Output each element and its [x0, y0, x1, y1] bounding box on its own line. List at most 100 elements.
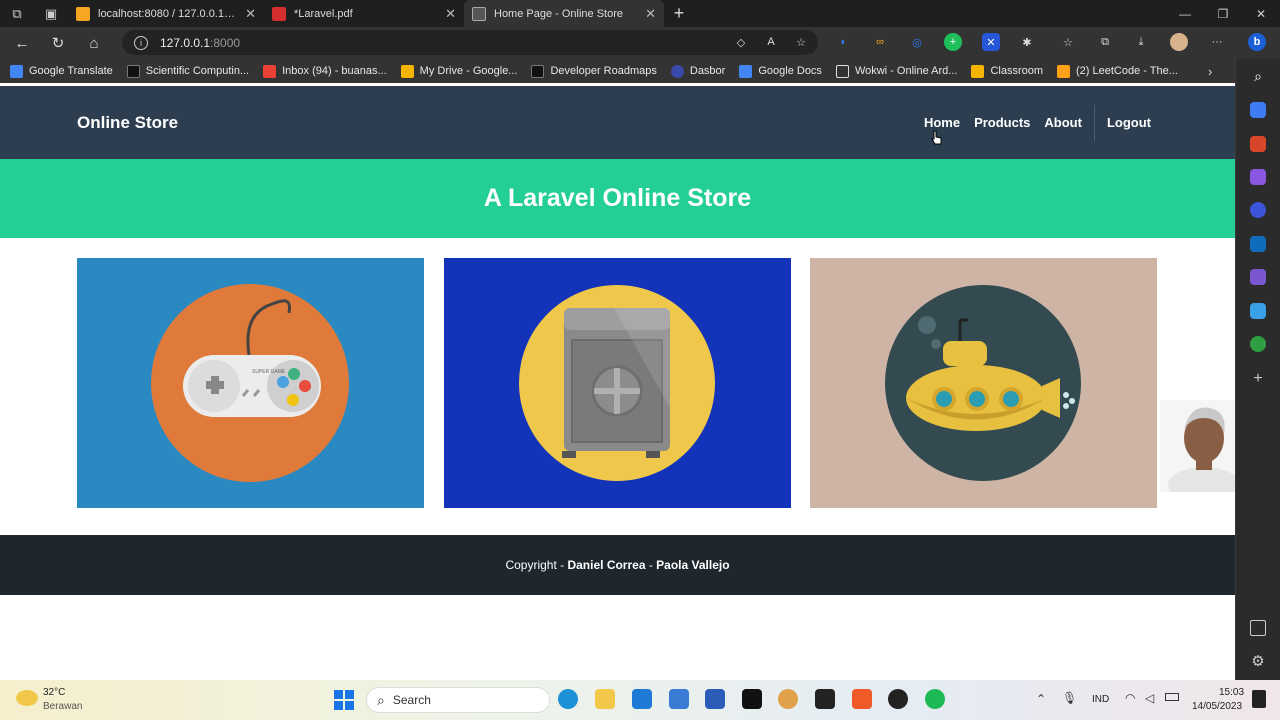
edge-sidebar: ⌕ + ⚙ [1235, 59, 1280, 680]
weather-temp[interactable]: 32°C [43, 687, 65, 698]
settings-icon[interactable]: ⚙ [1250, 652, 1266, 670]
tree-icon[interactable] [1250, 336, 1266, 352]
telegram-icon[interactable] [1250, 303, 1266, 319]
downloads-icon[interactable]: ⤓ [1132, 33, 1150, 51]
chevron-up-icon[interactable]: ⌃ [1036, 692, 1046, 706]
close-icon[interactable]: ✕ [245, 6, 256, 22]
tab-actions-icon[interactable]: ▣ [34, 0, 68, 27]
close-icon[interactable]: ✕ [445, 6, 456, 22]
collections-icon[interactable]: ⧉ [1096, 33, 1114, 51]
site-brand[interactable]: Online Store [77, 113, 178, 133]
read-aloud-icon[interactable]: A [762, 33, 780, 51]
bookmark-item[interactable]: (2) LeetCode - The... [1057, 64, 1178, 78]
minimize-button[interactable]: — [1166, 0, 1204, 27]
add-icon[interactable]: + [1250, 370, 1266, 387]
designer-icon[interactable] [1250, 269, 1266, 285]
microphone-icon[interactable]: 🎙 [1062, 691, 1077, 705]
sidebar-toggle-icon[interactable] [1250, 620, 1266, 636]
bookmark-item[interactable]: Classroom [971, 64, 1043, 78]
workspaces-icon[interactable]: ⧉ [0, 0, 34, 27]
chevron-right-icon[interactable]: › [1208, 64, 1212, 79]
phpmyadmin-icon [76, 6, 90, 21]
bookmark-item[interactable]: My Drive - Google... [400, 64, 517, 78]
address-bar[interactable]: i 127.0.0.1:8000 [122, 30, 818, 55]
tab-strip: ⧉ ▣ localhost:8080 / 127.0.0.1 / onlin ✕… [0, 0, 1280, 27]
notion-icon[interactable] [742, 689, 762, 709]
favorites-icon[interactable]: ☆ [1059, 33, 1077, 51]
product-card[interactable]: SUPER GAME [77, 258, 424, 508]
microsoft365-icon[interactable] [1250, 202, 1266, 218]
nav-logout[interactable]: Logout [1107, 115, 1151, 130]
nav-links: Home Products About Logout [910, 86, 1151, 159]
favorite-add-icon[interactable]: ☆ [792, 33, 810, 51]
url-text[interactable]: 127.0.0.1:8000 [160, 36, 240, 50]
wifi-icon[interactable]: ◠ [1125, 691, 1135, 705]
extension-icon[interactable]: + [944, 33, 962, 51]
bookmark-item[interactable]: Google Translate [10, 64, 113, 78]
bookmark-item[interactable]: Google Docs [739, 64, 822, 78]
windows-start-icon[interactable] [334, 690, 354, 710]
games-icon[interactable] [1250, 169, 1266, 185]
footer-author-1: Daniel Correa [567, 558, 646, 572]
weather-icon[interactable] [16, 690, 38, 706]
back-icon[interactable]: ← [4, 27, 40, 59]
obs-icon[interactable] [888, 689, 908, 709]
tab-phpmyadmin[interactable]: localhost:8080 / 127.0.0.1 / onlin ✕ [68, 0, 264, 27]
extension-icon[interactable]: ∞ [871, 33, 889, 51]
xampp-icon[interactable] [852, 689, 872, 709]
nav-about[interactable]: About [1044, 115, 1082, 130]
language-indicator[interactable]: IND [1092, 694, 1109, 705]
close-icon[interactable]: ✕ [645, 6, 656, 22]
new-tab-button[interactable]: + [664, 0, 694, 27]
bookmark-item[interactable]: Developer Roadmaps [531, 64, 657, 78]
extension-icon[interactable]: ✕ [982, 33, 1000, 51]
tab-home-page[interactable]: Home Page - Online Store ✕ [464, 0, 664, 27]
info-icon[interactable]: i [134, 35, 148, 50]
battery-icon[interactable] [1165, 693, 1179, 701]
terminal-icon[interactable] [815, 689, 835, 709]
refresh-icon[interactable]: ↻ [40, 27, 76, 59]
notification-icon[interactable] [1252, 690, 1266, 708]
profile-avatar[interactable] [1170, 33, 1188, 51]
bing-chat-icon[interactable]: b [1248, 33, 1266, 51]
product-card[interactable] [444, 258, 791, 508]
app-icon[interactable] [778, 689, 798, 709]
footer-separator: - [645, 558, 657, 572]
console-label: SUPER GAME [252, 369, 286, 375]
bookmark-item[interactable]: Dasbor [670, 64, 725, 78]
extension-icon[interactable]: ◗ [834, 33, 852, 51]
nav-products[interactable]: Products [974, 115, 1030, 130]
tools-icon[interactable] [1250, 136, 1266, 152]
close-window-button[interactable]: ✕ [1242, 0, 1280, 27]
search-icon[interactable]: ⌕ [1250, 68, 1266, 84]
bookmark-item[interactable]: Scientific Computin... [126, 64, 250, 78]
home-icon[interactable]: ⌂ [76, 27, 112, 59]
clock-time[interactable]: 15:03 [1219, 687, 1244, 698]
bookmark-label: Scientific Computin... [145, 65, 250, 77]
tab-laravel-pdf[interactable]: *Laravel.pdf ✕ [264, 0, 464, 27]
extension-icon[interactable]: ◎ [908, 33, 926, 51]
product-card[interactable] [810, 258, 1157, 508]
spotify-icon[interactable] [925, 689, 945, 709]
vscode-icon[interactable] [632, 689, 652, 709]
tag-icon[interactable]: ◇ [732, 33, 750, 51]
footer-prefix: Copyright - [505, 558, 568, 572]
bookmark-label: Google Translate [29, 65, 113, 77]
taskbar-search[interactable]: ⌕ Search [366, 687, 550, 713]
outlook-icon[interactable] [1250, 236, 1266, 252]
word-icon[interactable] [705, 689, 725, 709]
bookmark-item[interactable]: Inbox (94) - buanas... [263, 64, 387, 78]
edge-icon[interactable] [558, 689, 578, 709]
volume-icon[interactable]: ◁ [1145, 691, 1154, 705]
shopping-icon[interactable] [1250, 102, 1266, 118]
extensions-icon[interactable]: ✱ [1018, 33, 1036, 51]
clock-date[interactable]: 14/05/2023 [1192, 701, 1242, 712]
tab-title: localhost:8080 / 127.0.0.1 / onlin [98, 7, 237, 20]
weather-desc[interactable]: Berawan [43, 701, 82, 712]
bookmark-item[interactable]: Wokwi - Online Ard... [835, 64, 957, 78]
file-explorer-icon[interactable] [595, 689, 615, 709]
nav-home[interactable]: Home [924, 115, 960, 130]
more-icon[interactable]: ··· [1208, 33, 1226, 51]
maximize-button[interactable]: ❐ [1204, 0, 1242, 27]
notepad-icon[interactable] [669, 689, 689, 709]
